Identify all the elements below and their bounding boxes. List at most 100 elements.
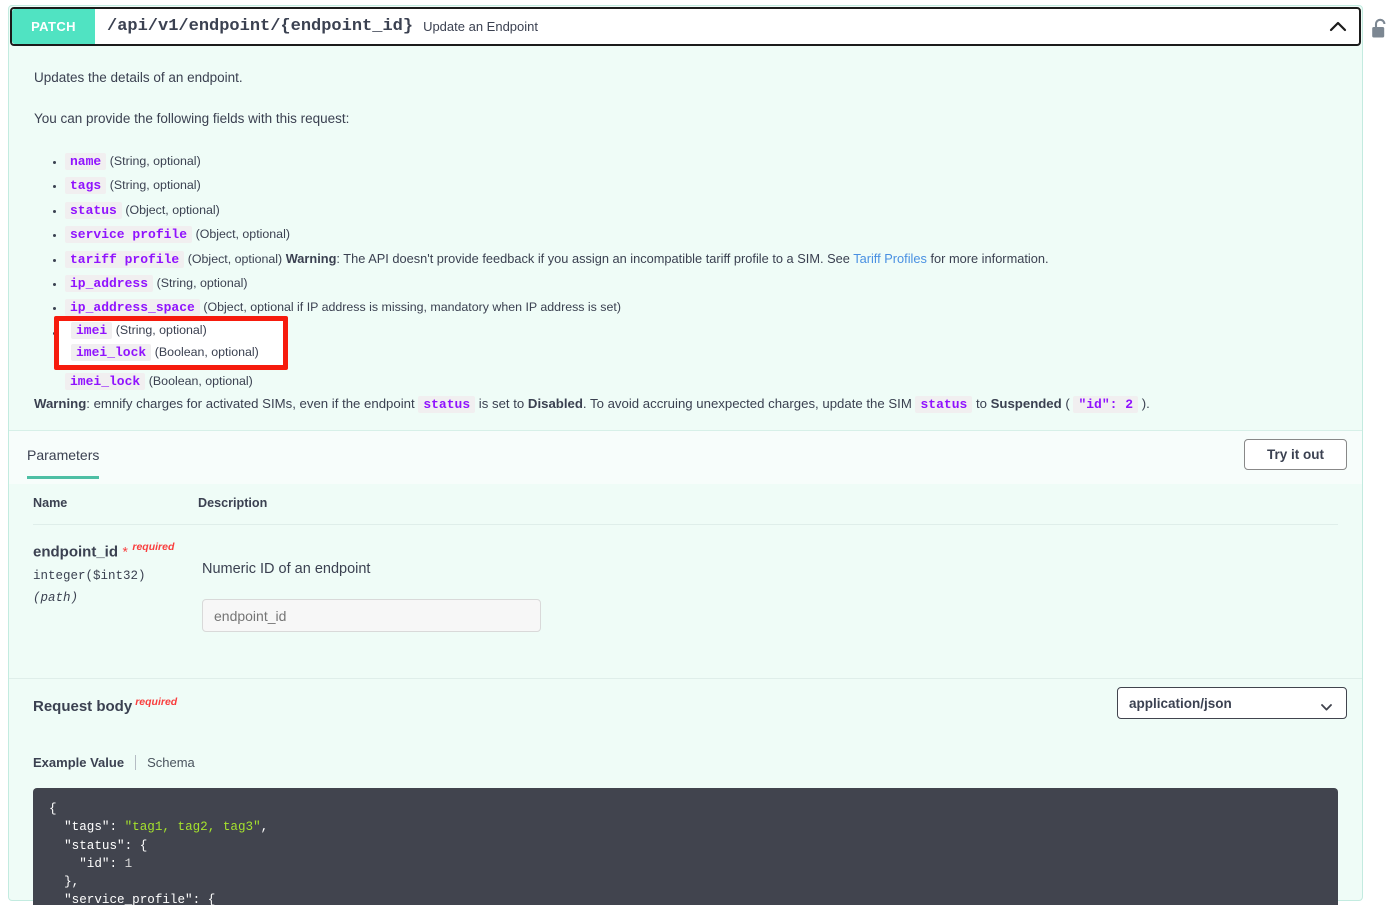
field-note: (String, optional) — [109, 178, 201, 193]
operation-description: Updates the details of an endpoint. You … — [9, 46, 1362, 443]
parameter-name-wrap: endpoint_id * required — [33, 541, 198, 561]
field-code: imei_lock — [71, 344, 152, 362]
request-body-title-wrap: Request body required — [33, 696, 177, 715]
tariff-warning-tail: for more information. — [926, 250, 1049, 266]
field-code: ip_address_space — [65, 299, 200, 317]
field-code: ip_address — [65, 275, 154, 293]
operation-path: /api/v1/endpoint/{endpoint_id} — [107, 17, 414, 36]
field-note: (Boolean, optional) — [148, 373, 253, 388]
field-note: (Object, optional if IP address is missi… — [203, 300, 621, 315]
unlocked-padlock-icon[interactable] — [1369, 17, 1391, 41]
code-line: "status": { — [49, 837, 1322, 855]
warning-part2: is set to — [475, 396, 528, 412]
warning-code-status-1: status — [418, 396, 476, 414]
tariff-warning-label: Warning — [285, 250, 337, 266]
field-note: (Boolean, optional) — [154, 345, 259, 360]
parameter-name: endpoint_id — [33, 543, 118, 561]
field-code: name — [65, 152, 107, 170]
field-note: (String, optional) — [156, 276, 248, 291]
try-it-out-button[interactable]: Try it out — [1244, 439, 1347, 470]
field-note: (Object, optional) — [125, 202, 220, 217]
warning-code-status-2: status — [915, 396, 973, 414]
code-token: "service_profile" — [64, 893, 193, 905]
code-token: "id" — [79, 856, 110, 871]
code-line: { — [49, 800, 1322, 818]
parameter-type: integer($int32) — [33, 569, 146, 584]
parameters-tab-row: Parameters Try it out — [9, 430, 1362, 484]
content-type-select[interactable]: application/json — [1117, 687, 1347, 719]
warning-bold-suspended: Suspended — [990, 396, 1062, 412]
chevron-up-icon[interactable] — [1327, 16, 1349, 38]
warning-paragraph: Warning: emnify charges for activated SI… — [34, 394, 1337, 415]
code-token: "status" — [64, 838, 125, 853]
parameters-table: Name Description endpoint_id * required … — [33, 484, 1338, 642]
list-item: status (Object, optional) — [65, 199, 1337, 221]
code-token: 1 — [124, 856, 133, 871]
tab-example-value[interactable]: Example Value — [33, 755, 135, 770]
code-token: : — [109, 856, 125, 871]
code-token: { — [49, 802, 57, 816]
column-header-description: Description — [198, 484, 1338, 525]
code-line: "id": 1 — [49, 855, 1322, 873]
field-note: (String, optional) — [109, 153, 201, 168]
warning-label: Warning — [34, 396, 87, 412]
request-body-required-label: required — [135, 696, 178, 708]
example-value-code-block[interactable]: { "tags": "tag1, tag2, tag3", "status": … — [33, 788, 1338, 905]
tariff-warning-text: : The API doesn't provide feedback if yo… — [336, 250, 854, 266]
tab-schema[interactable]: Schema — [136, 755, 195, 770]
example-schema-tabs: Example Value Schema — [33, 755, 195, 770]
column-header-name: Name — [33, 484, 198, 525]
code-token: : { — [124, 838, 148, 853]
code-token: : — [109, 820, 125, 835]
code-line: }, — [49, 873, 1322, 891]
opblock-summary-row[interactable]: PATCH /api/v1/endpoint/{endpoint_id} Upd… — [10, 7, 1386, 46]
code-token: "tags" — [64, 820, 110, 835]
description-intro: Updates the details of an endpoint. — [34, 70, 243, 85]
code-token: , — [260, 820, 269, 835]
field-code: tags — [65, 177, 107, 195]
parameter-location: (path) — [33, 591, 79, 606]
list-item: tags (String, optional) — [65, 174, 1337, 196]
warning-bold-disabled: Disabled — [527, 396, 583, 412]
parameter-description-cell: Numeric ID of an endpoint — [198, 525, 1338, 643]
list-item: imei_lock (Boolean, optional) — [65, 370, 1337, 392]
list-item: imei (String, optional) — [71, 319, 321, 341]
opblock-patch-endpoint: PATCH /api/v1/endpoint/{endpoint_id} Upd… — [8, 5, 1386, 905]
field-code: imei — [71, 322, 113, 339]
field-code: service profile — [65, 226, 193, 244]
code-token: : { — [192, 893, 216, 905]
list-item: ip_address (String, optional) — [65, 272, 1337, 294]
warning-part6: ). — [1138, 396, 1150, 412]
warning-part5: ( — [1061, 396, 1074, 412]
field-code: imei_lock — [65, 372, 146, 390]
table-header-row: Name Description — [33, 484, 1338, 525]
annotation-highlighted-fields: imei (String, optional) imei_lock (Boole… — [71, 319, 321, 364]
code-line: "tags": "tag1, tag2, tag3", — [49, 818, 1322, 836]
field-note: (Object, optional) — [195, 227, 290, 242]
operation-summary: Update an Endpoint — [423, 19, 538, 34]
request-body-title: Request body — [33, 698, 133, 715]
required-label: required — [132, 541, 175, 553]
tab-parameters[interactable]: Parameters — [27, 447, 100, 479]
list-item: tariff profile (Object, optional) Warnin… — [65, 248, 1337, 270]
list-item: service profile (Object, optional) — [65, 223, 1337, 245]
warning-part3: . To avoid accruing unexpected charges, … — [582, 396, 916, 412]
code-token: "tag1, tag2, tag3" — [124, 820, 261, 835]
parameter-name-cell: endpoint_id * required integer($int32) (… — [33, 525, 198, 643]
endpoint-id-input[interactable] — [202, 599, 541, 632]
code-token: }, — [64, 875, 80, 890]
field-code: status — [65, 201, 122, 219]
warning-part1: : emnify charges for activated SIMs, eve… — [86, 396, 419, 412]
field-note: (String, optional) — [115, 323, 207, 337]
required-asterisk: * — [122, 543, 128, 560]
field-note: (Object, optional) — [187, 251, 283, 266]
list-item: name (String, optional) — [65, 150, 1337, 172]
warning-part4: to — [972, 396, 991, 412]
tariff-profiles-link[interactable]: Tariff Profiles — [853, 251, 927, 266]
list-item: imei_lock (Boolean, optional) — [71, 341, 321, 363]
list-item: ip_address_space (Object, optional if IP… — [65, 296, 1337, 318]
swagger-operation-page: PATCH /api/v1/endpoint/{endpoint_id} Upd… — [0, 0, 1398, 905]
description-fields-intro: You can provide the following fields wit… — [34, 110, 350, 126]
warning-code-id: "id": 2 — [1073, 396, 1139, 414]
field-code: tariff profile — [65, 250, 185, 268]
